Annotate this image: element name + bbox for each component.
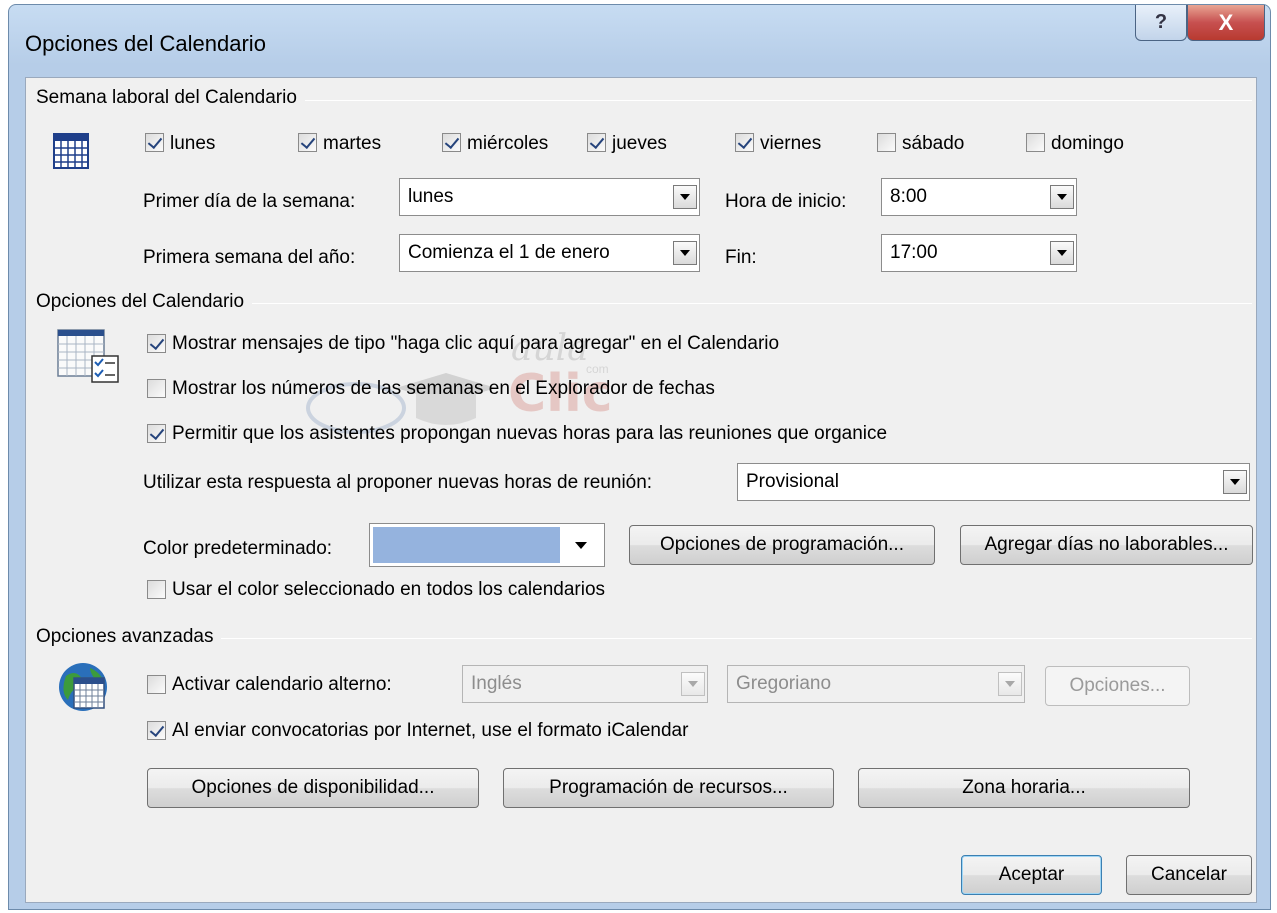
checkbox-domingo-label: domingo [1051, 133, 1124, 154]
close-icon: X [1218, 9, 1234, 35]
end-time-value: 17:00 [890, 242, 938, 263]
show-week-numbers-label: Mostrar los números de las semanas en el… [172, 378, 715, 399]
checkbox-jueves-label: jueves [612, 133, 667, 154]
response-value: Provisional [746, 471, 839, 492]
scheduling-options-button[interactable]: Opciones de programación... [629, 525, 935, 565]
default-color-picker[interactable] [369, 523, 605, 567]
alt-calendar-label: Activar calendario alterno: [172, 674, 392, 695]
section-advanced-label: Opciones avanzadas [36, 626, 222, 648]
checkbox-viernes[interactable] [735, 133, 754, 152]
checkbox-allow-propose[interactable] [147, 424, 166, 443]
checkbox-icalendar[interactable] [147, 721, 166, 740]
checkbox-show-week-numbers[interactable] [147, 379, 166, 398]
first-day-select[interactable]: lunes [399, 178, 700, 216]
checkbox-lunes[interactable] [145, 133, 164, 152]
section-work-week-label: Semana laboral del Calendario [36, 87, 305, 109]
chevron-down-icon[interactable] [1050, 241, 1074, 265]
alt-language-select[interactable]: Inglés [462, 665, 708, 703]
checkbox-jueves[interactable] [587, 133, 606, 152]
end-time-select[interactable]: 17:00 [881, 234, 1077, 272]
ok-button[interactable]: Aceptar [961, 855, 1102, 895]
use-color-all-label: Usar el color seleccionado en todos los … [172, 579, 606, 600]
section-calendar-options-label: Opciones del Calendario [36, 291, 253, 313]
checkbox-miercoles[interactable] [442, 133, 461, 152]
resource-scheduling-button[interactable]: Programación de recursos... [503, 768, 834, 808]
first-week-select[interactable]: Comienza el 1 de enero [399, 234, 700, 272]
checkbox-alt-calendar[interactable] [147, 675, 166, 694]
calendar-options-icon [56, 328, 122, 390]
add-holidays-button[interactable]: Agregar días no laborables... [960, 525, 1253, 565]
start-time-value: 8:00 [890, 186, 927, 207]
globe-calendar-icon [56, 660, 110, 720]
watermark-com: com [586, 362, 609, 376]
checkbox-lunes-label: lunes [170, 133, 216, 154]
alt-language-value: Inglés [471, 673, 522, 694]
help-button[interactable]: ? [1135, 5, 1187, 41]
dialog-window: Opciones del Calendario ? X aula Clic co… [8, 4, 1271, 910]
dialog-body: aula Clic com Semana laboral del Calenda… [25, 77, 1257, 903]
chevron-down-icon[interactable] [1050, 185, 1074, 209]
checkbox-miercoles-label: miércoles [467, 133, 549, 154]
chevron-down-icon[interactable] [681, 672, 705, 696]
alt-type-value: Gregoriano [736, 673, 832, 694]
chevron-down-icon[interactable] [1223, 470, 1247, 494]
dialog-title: Opciones del Calendario [25, 31, 266, 56]
timezone-button[interactable]: Zona horaria... [858, 768, 1190, 808]
chevron-down-icon[interactable] [673, 185, 697, 209]
allow-propose-label: Permitir que los asistentes propongan nu… [172, 423, 888, 444]
help-icon: ? [1154, 11, 1168, 33]
response-label: Utilizar esta respuesta al proponer nuev… [143, 472, 653, 493]
checkbox-show-click-to-add[interactable] [147, 334, 166, 353]
close-button[interactable]: X [1187, 5, 1265, 41]
alt-options-button[interactable]: Opciones... [1045, 666, 1190, 706]
checkbox-sabado[interactable] [877, 133, 896, 152]
alt-type-select[interactable]: Gregoriano [727, 665, 1025, 703]
cancel-button[interactable]: Cancelar [1126, 855, 1252, 895]
first-day-label: Primer día de la semana: [143, 191, 356, 212]
response-select[interactable]: Provisional [737, 463, 1250, 501]
first-week-value: Comienza el 1 de enero [408, 242, 610, 263]
free-busy-button[interactable]: Opciones de disponibilidad... [147, 768, 479, 808]
checkbox-martes[interactable] [298, 133, 317, 152]
default-color-label: Color predeterminado: [143, 538, 333, 559]
chevron-down-icon[interactable] [575, 542, 587, 549]
first-day-value: lunes [408, 186, 454, 207]
chevron-down-icon[interactable] [673, 241, 697, 265]
start-time-select[interactable]: 8:00 [881, 178, 1077, 216]
start-time-label: Hora de inicio: [725, 191, 847, 212]
icalendar-label: Al enviar convocatorias por Internet, us… [172, 720, 689, 741]
show-click-to-add-label: Mostrar mensajes de tipo "haga clic aquí… [172, 333, 780, 354]
checkbox-sabado-label: sábado [902, 133, 965, 154]
color-swatch [373, 527, 560, 563]
first-week-label: Primera semana del año: [143, 247, 356, 268]
calendar-grid-icon [52, 132, 92, 178]
chevron-down-icon[interactable] [998, 672, 1022, 696]
checkbox-domingo[interactable] [1026, 133, 1045, 152]
end-time-label: Fin: [725, 247, 757, 268]
checkbox-use-color-all[interactable] [147, 580, 166, 599]
checkbox-viernes-label: viernes [760, 133, 822, 154]
checkbox-martes-label: martes [323, 133, 382, 154]
title-bar[interactable]: Opciones del Calendario ? X [9, 5, 1270, 77]
